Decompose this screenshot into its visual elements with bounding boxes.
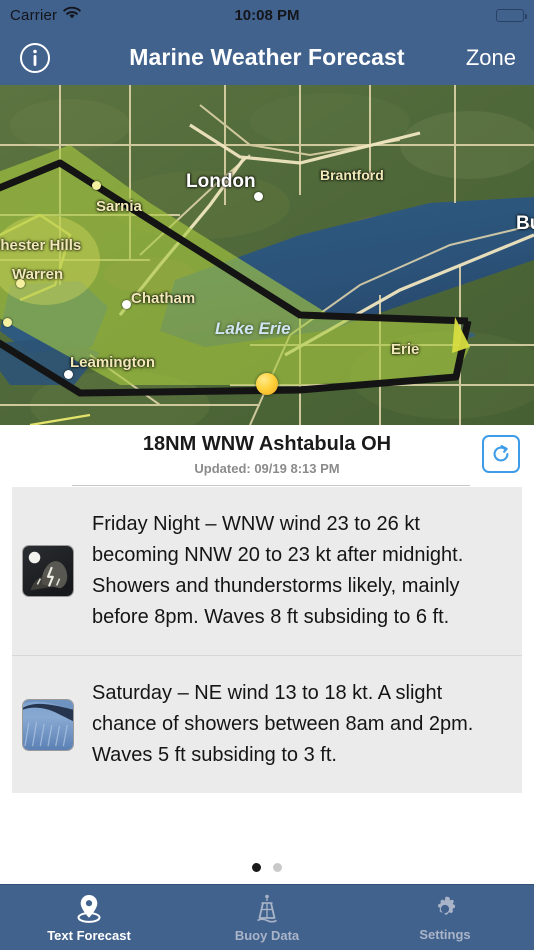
tab-bar: Text Forecast Buoy Data Settings [0,884,534,950]
status-bar-right [496,8,527,22]
page-dot-2[interactable] [273,862,282,872]
rain-showers-icon [22,698,74,751]
page-indicator[interactable] [0,850,534,884]
tab-label: Settings [419,926,471,942]
page-dot-1[interactable] [252,862,261,872]
page-title: Marine Weather Forecast [129,44,405,70]
location-marker-icon[interactable] [256,373,278,395]
forecast-header: 18NM WNW Ashtabula OH Updated: 09/19 8:1… [0,425,534,487]
zone-button[interactable]: Zone [466,45,516,71]
map-city-dot [3,318,12,327]
refresh-icon [493,445,509,462]
night-thunderstorm-icon [22,545,74,597]
forecast-row[interactable]: Friday Night – WNW wind 23 to 26 kt beco… [12,487,522,655]
map-city-dot [92,181,101,190]
tab-settings[interactable]: Settings [356,885,534,950]
header-divider [72,485,470,486]
tab-label: Buoy Data [234,927,300,943]
battery-icon [496,8,527,22]
map-city-dot [122,300,131,309]
status-bar-left: Carrier [10,6,82,24]
status-bar: Carrier 10:08 PM [0,0,534,30]
tab-text-forecast[interactable]: Text Forecast [0,885,178,950]
app-root: Carrier 10:08 PM Marine Weather Forecast… [0,0,534,950]
map-city-dot [254,192,263,201]
forecast-text: Friday Night – WNW wind 23 to 26 kt beco… [92,513,464,628]
forecast-location-title: 18NM WNW Ashtabula OH [142,433,392,455]
forecast-updated-label: Updated: 09/19 8:13 PM [194,461,340,476]
tab-label: Text Forecast [47,927,131,943]
buoy-icon [257,894,277,923]
info-icon[interactable] [18,41,52,75]
forecast-zone-map[interactable]: London Brantford Sarnia chester Hills Wa… [0,85,534,425]
forecast-row[interactable]: Saturday – NE wind 13 to 18 kt. A slight… [12,655,522,793]
tab-buoy-data[interactable]: Buoy Data [178,885,356,950]
refresh-button[interactable] [482,435,520,473]
navigation-bar: Marine Weather Forecast Zone [0,30,534,85]
map-city-dot [64,370,73,379]
map-pin-icon [77,894,101,923]
map-city-dot [16,279,25,288]
forecast-panel: Friday Night – WNW wind 23 to 26 kt beco… [12,487,522,793]
wifi-icon [63,6,82,24]
forecast-text: Saturday – NE wind 13 to 18 kt. A slight… [92,682,474,766]
forecast-list[interactable]: Friday Night – WNW wind 23 to 26 kt beco… [0,487,534,850]
gear-icon [438,896,456,915]
carrier-label: Carrier [10,6,58,24]
